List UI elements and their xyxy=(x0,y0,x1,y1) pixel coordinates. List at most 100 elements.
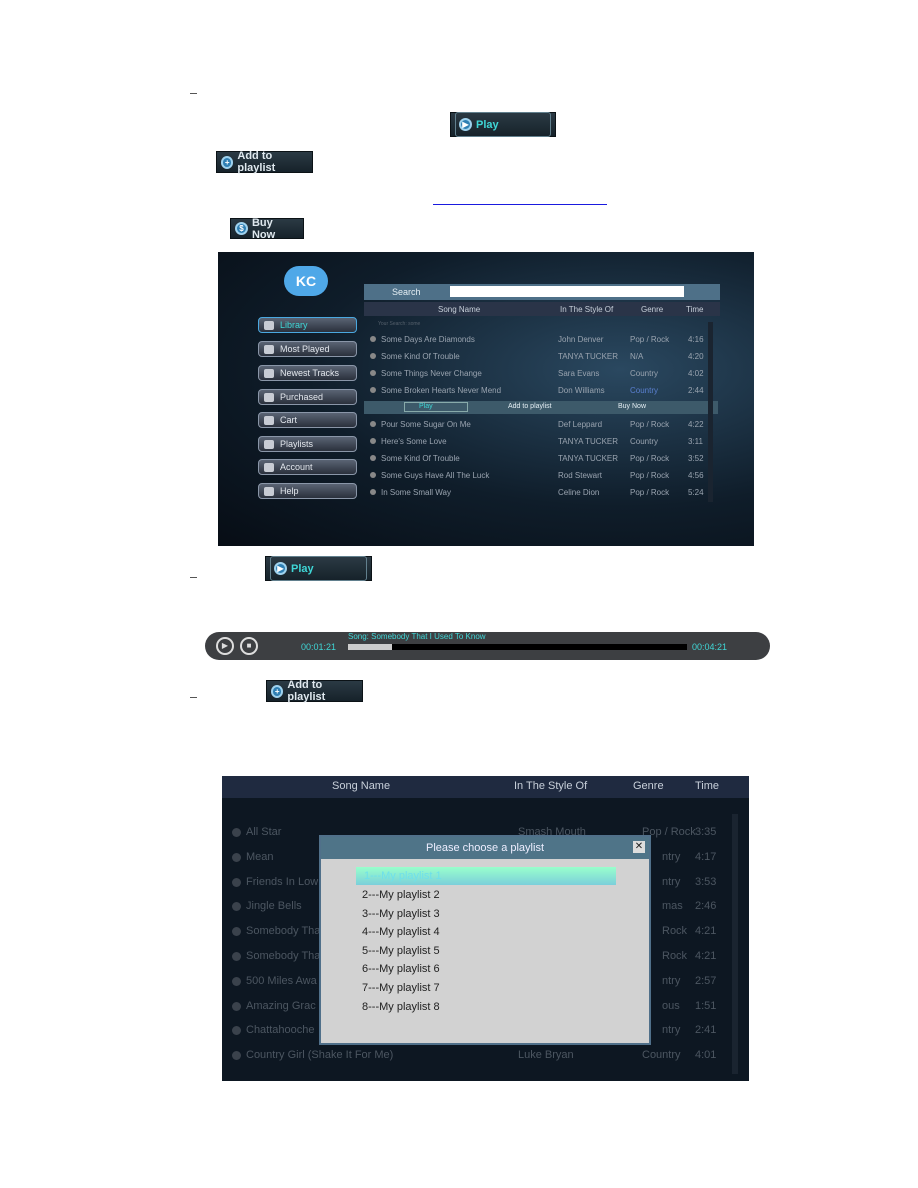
sidebar-label: Cart xyxy=(280,415,298,425)
cell-genre: Country xyxy=(630,437,659,446)
cell-genre: N/A xyxy=(630,352,644,361)
cell-genre: ntry xyxy=(662,850,681,863)
help-icon xyxy=(264,486,274,496)
bullet-icon xyxy=(232,1001,241,1011)
table-row[interactable]: Country Girl (Shake It For Me) Luke Bryan… xyxy=(232,1047,732,1065)
playlist-item[interactable]: 3---My playlist 3 xyxy=(362,908,440,920)
bullet-icon xyxy=(232,828,241,837)
table-row[interactable]: Some Guys Have All The Luck Rod Stewart Po… xyxy=(368,469,708,483)
cell-genre: ous xyxy=(662,999,680,1012)
bullet-icon xyxy=(370,370,376,376)
cell-style: Don Williams xyxy=(558,386,605,395)
playlist-dialog-screenshot: Song Name In The Style Of Genre Time All… xyxy=(222,776,749,1081)
library-icon xyxy=(264,320,274,330)
bullet-dash xyxy=(190,577,197,578)
cell-song: Pour Some Sugar On Me xyxy=(381,420,471,429)
choose-playlist-modal: Please choose a playlist ✕ 1---My playli… xyxy=(319,835,651,1045)
cell-style: John Denver xyxy=(558,335,604,344)
play-icon[interactable]: ▶ xyxy=(216,637,234,655)
playlist-item[interactable]: 5---My playlist 5 xyxy=(362,945,440,957)
col-time[interactable]: Time xyxy=(695,780,719,792)
progress-track[interactable] xyxy=(348,644,687,650)
cell-time: 5:24 xyxy=(688,488,704,497)
sidebar-label: Library xyxy=(280,320,308,330)
col-genre[interactable]: Genre xyxy=(641,305,663,314)
row-buy-now-button[interactable]: Buy Now xyxy=(618,403,646,410)
play-label: Play xyxy=(291,562,314,575)
sidebar-item-playlists[interactable]: Playlists xyxy=(258,436,357,452)
table-row[interactable]: Here's Some Love TANYA TUCKER Country 3:11 xyxy=(368,435,708,449)
total-time: 00:04:21 xyxy=(692,642,728,652)
bullet-icon xyxy=(370,336,376,342)
cell-style: TANYA TUCKER xyxy=(558,437,619,446)
table-header: Song Name In The Style Of Genre Time xyxy=(222,776,749,798)
sidebar-item-library[interactable]: Library xyxy=(258,317,357,333)
close-icon[interactable]: ✕ xyxy=(633,841,645,853)
sidebar-item-purchased[interactable]: Purchased xyxy=(258,389,357,405)
col-genre[interactable]: Genre xyxy=(633,780,664,792)
cell-genre: Country xyxy=(630,369,659,378)
cell-time: 4:21 xyxy=(695,950,717,962)
table-row[interactable]: Some Broken Hearts Never Mend Don William… xyxy=(368,384,708,398)
col-song-name[interactable]: Song Name xyxy=(332,780,390,792)
sidebar-item-help[interactable]: Help xyxy=(258,483,357,499)
cell-genre: Pop / Rock xyxy=(630,420,670,429)
cell-time: 4:56 xyxy=(688,471,704,480)
table-row[interactable]: Some Days Are Diamonds John Denver Pop / R… xyxy=(368,333,708,347)
playlist-item[interactable]: 8---My playlist 8 xyxy=(362,1001,440,1013)
bullet-icon xyxy=(232,902,241,912)
playlist-item[interactable]: 4---My playlist 4 xyxy=(362,926,440,938)
row-play-button[interactable]: Play xyxy=(404,402,468,412)
table-row[interactable]: Some Things Never Change Sara Evans Countr… xyxy=(368,367,708,381)
cart-icon: $ xyxy=(235,222,248,235)
table-row[interactable]: In Some Small Way Celine Dion Pop / Rock 5:… xyxy=(368,486,708,500)
scrollbar[interactable] xyxy=(708,322,713,502)
playlist-icon xyxy=(264,439,274,449)
cell-song: Mean xyxy=(246,850,274,863)
col-style-of[interactable]: In The Style Of xyxy=(560,305,613,314)
sidebar-item-newest-tracks[interactable]: Newest Tracks xyxy=(258,365,357,381)
table-row[interactable]: Some Kind Of Trouble TANYA TUCKER Pop / Ro… xyxy=(368,452,708,466)
bullet-icon xyxy=(232,1026,241,1036)
table-row[interactable]: Some Kind Of Trouble TANYA TUCKER N/A 4:20 xyxy=(368,350,708,364)
cell-time: 1:51 xyxy=(695,999,717,1012)
bullet-icon xyxy=(370,353,376,359)
sidebar-item-cart[interactable]: Cart xyxy=(258,412,357,428)
sidebar-item-most-played[interactable]: Most Played xyxy=(258,341,357,357)
sidebar-label: Most Played xyxy=(280,344,330,354)
playlist-item[interactable]: 6---My playlist 6 xyxy=(362,963,440,975)
cell-time: 2:44 xyxy=(688,386,704,395)
col-time[interactable]: Time xyxy=(686,305,703,314)
cell-genre: Pop / Rock xyxy=(630,471,670,480)
playlist-item-selected[interactable]: 1---My playlist 1 xyxy=(356,867,616,885)
cell-time: 3:11 xyxy=(688,437,703,446)
cell-song: Country Girl (Shake It For Me) xyxy=(246,1049,394,1062)
cell-genre: mas xyxy=(662,900,683,913)
sidebar-item-account[interactable]: Account xyxy=(258,459,357,475)
search-input[interactable] xyxy=(450,286,684,297)
stop-icon[interactable]: ■ xyxy=(240,637,258,655)
add-label: Add to playlist xyxy=(237,150,276,174)
cell-time: 3:35 xyxy=(695,826,717,838)
scrollbar[interactable] xyxy=(732,814,738,1074)
bullet-icon xyxy=(370,387,376,393)
table-header: Song Name In The Style Of Genre Time xyxy=(364,302,720,316)
star-icon xyxy=(264,344,274,354)
col-style-of[interactable]: In The Style Of xyxy=(514,780,587,792)
bullet-icon xyxy=(232,952,241,961)
cell-time: 2:41 xyxy=(695,1024,717,1037)
account-icon xyxy=(264,462,274,472)
buy-label: Buy Now xyxy=(251,216,276,241)
playlist-item[interactable]: 2---My playlist 2 xyxy=(362,889,440,901)
table-row[interactable]: Pour Some Sugar On Me Def Leppard Pop / Ro… xyxy=(368,418,708,432)
modal-title: Please choose a playlist xyxy=(321,837,649,859)
bullet-icon xyxy=(370,438,376,444)
col-song-name[interactable]: Song Name xyxy=(438,305,480,314)
cell-style: TANYA TUCKER xyxy=(558,352,619,361)
cell-song: Jingle Bells xyxy=(246,900,302,913)
playlist-item[interactable]: 7---My playlist 7 xyxy=(362,982,440,994)
bullet-icon xyxy=(370,472,376,478)
row-add-to-playlist-button[interactable]: Add to playlist xyxy=(508,403,552,410)
search-label: Search xyxy=(392,287,421,297)
hyperlink-underline[interactable] xyxy=(433,204,607,205)
